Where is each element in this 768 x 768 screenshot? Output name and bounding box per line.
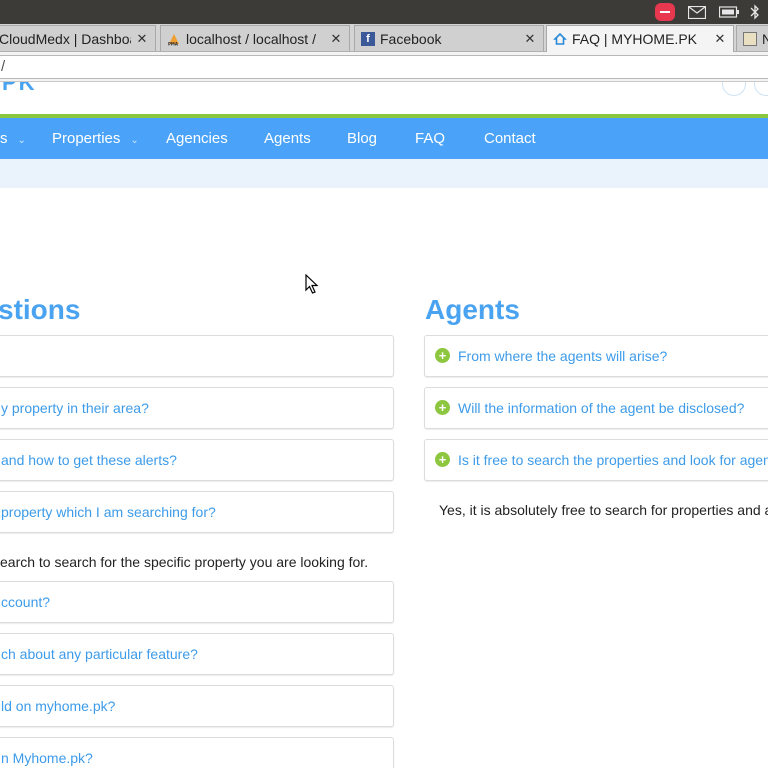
tab-faq-myhome[interactable]: FAQ | MYHOME.PK ✕ — [546, 25, 734, 52]
chevron-down-icon: ⌄ — [130, 135, 139, 146]
browser-toolbar: / — [0, 52, 768, 82]
phpmyadmin-icon: PMA — [167, 32, 181, 46]
nav-label: Properties — [52, 130, 121, 147]
nav-item-blog[interactable]: Blog — [347, 118, 377, 159]
facebook-social-icon[interactable] — [722, 82, 746, 96]
web-page: PK s⌄ Properties⌄ Agencies Agents Blog F… — [0, 82, 768, 768]
faq-question[interactable]: y property in their area? — [0, 387, 394, 429]
faq-question-text: n Myhome.pk? — [1, 750, 93, 766]
plus-icon: + — [435, 348, 450, 363]
site-logo[interactable]: PK — [0, 82, 40, 92]
faq-question[interactable]: and how to get these alerts? — [0, 439, 394, 481]
agents-section-title: Agents — [425, 294, 520, 325]
faq-question[interactable]: ld on myhome.pk? — [0, 685, 394, 727]
faq-question-text: ld on myhome.pk? — [1, 698, 116, 714]
tab-partial[interactable]: N — [736, 25, 768, 51]
bluetooth-icon[interactable] — [746, 2, 764, 22]
faq-question-text: property which I am searching for? — [1, 504, 216, 520]
tab-cloudmedx[interactable]: CloudMedx | Dashboa ✕ — [0, 25, 156, 51]
nav-item-partial[interactable]: s ⌄ — [0, 118, 26, 159]
faq-question-text: ch about any particular feature? — [1, 646, 198, 662]
address-bar[interactable]: / — [0, 55, 768, 79]
nav-item-agents[interactable]: Agents — [264, 118, 311, 159]
tab-title: N — [762, 30, 768, 47]
twitter-social-icon[interactable] — [754, 82, 768, 96]
tab-title: Facebook — [380, 30, 442, 47]
breadcrumb-bar — [0, 159, 768, 188]
mail-icon[interactable] — [686, 2, 708, 22]
faq-question[interactable]: property which I am searching for? — [0, 491, 394, 533]
faq-question-text: From where the agents will arise? — [458, 348, 668, 364]
nav-item-agencies[interactable]: Agencies — [166, 118, 228, 159]
facebook-icon: f — [361, 31, 375, 46]
tab-title: localhost / localhost / — [186, 30, 316, 47]
plus-icon: + — [435, 452, 450, 467]
faq-question[interactable]: n Myhome.pk? — [0, 737, 394, 768]
faq-question-text: and how to get these alerts? — [1, 452, 177, 468]
tab-close-icon[interactable]: ✕ — [329, 31, 343, 47]
system-top-bar — [0, 0, 768, 24]
tab-title: CloudMedx | Dashboa — [0, 30, 131, 47]
page-icon — [743, 31, 757, 46]
notification-indicator-icon[interactable] — [654, 2, 676, 22]
nav-item-properties[interactable]: Properties ⌄ — [52, 118, 139, 159]
faq-question-text: ccount? — [1, 594, 51, 610]
faq-question[interactable]: ch about any particular feature? — [0, 633, 394, 675]
faq-question[interactable]: + Is it free to search the properties an… — [424, 439, 768, 481]
faq-question-text: Is it free to search the properties and … — [458, 452, 768, 468]
svg-text:PMA: PMA — [168, 41, 179, 46]
mouse-cursor-icon — [305, 274, 319, 294]
tab-close-icon[interactable]: ✕ — [523, 31, 537, 47]
faq-section-title: stions — [0, 294, 81, 325]
home-icon — [553, 32, 567, 46]
faq-question[interactable] — [0, 335, 394, 377]
tab-close-icon[interactable]: ✕ — [713, 31, 727, 47]
browser-tab-strip: CloudMedx | Dashboa ✕ PMA localhost / lo… — [0, 24, 768, 52]
nav-item-contact[interactable]: Contact — [484, 118, 536, 159]
nav-label: s — [0, 130, 8, 147]
faq-question-text: y property in their area? — [1, 400, 149, 416]
faq-question[interactable]: + Will the information of the agent be d… — [424, 387, 768, 429]
faq-question-text: Will the information of the agent be dis… — [458, 400, 745, 416]
chevron-down-icon: ⌄ — [17, 135, 26, 146]
tab-localhost[interactable]: PMA localhost / localhost / ✕ — [160, 25, 350, 51]
battery-icon[interactable] — [718, 2, 740, 22]
tab-close-icon[interactable]: ✕ — [135, 31, 149, 47]
nav-item-faq[interactable]: FAQ — [415, 118, 445, 159]
plus-icon: + — [435, 400, 450, 415]
faq-answer: Yes, it is absolutely free to search for… — [439, 502, 768, 518]
faq-question[interactable]: + From where the agents will arise? — [424, 335, 768, 377]
faq-question[interactable]: ccount? — [0, 581, 394, 623]
tab-facebook[interactable]: f Facebook ✕ — [354, 25, 544, 51]
main-navigation: s ⌄ Properties ⌄ Agencies Agents Blog FAQ … — [0, 118, 768, 159]
faq-answer: earch to search for the specific propert… — [0, 554, 369, 570]
tab-title: FAQ | MYHOME.PK — [572, 31, 697, 47]
